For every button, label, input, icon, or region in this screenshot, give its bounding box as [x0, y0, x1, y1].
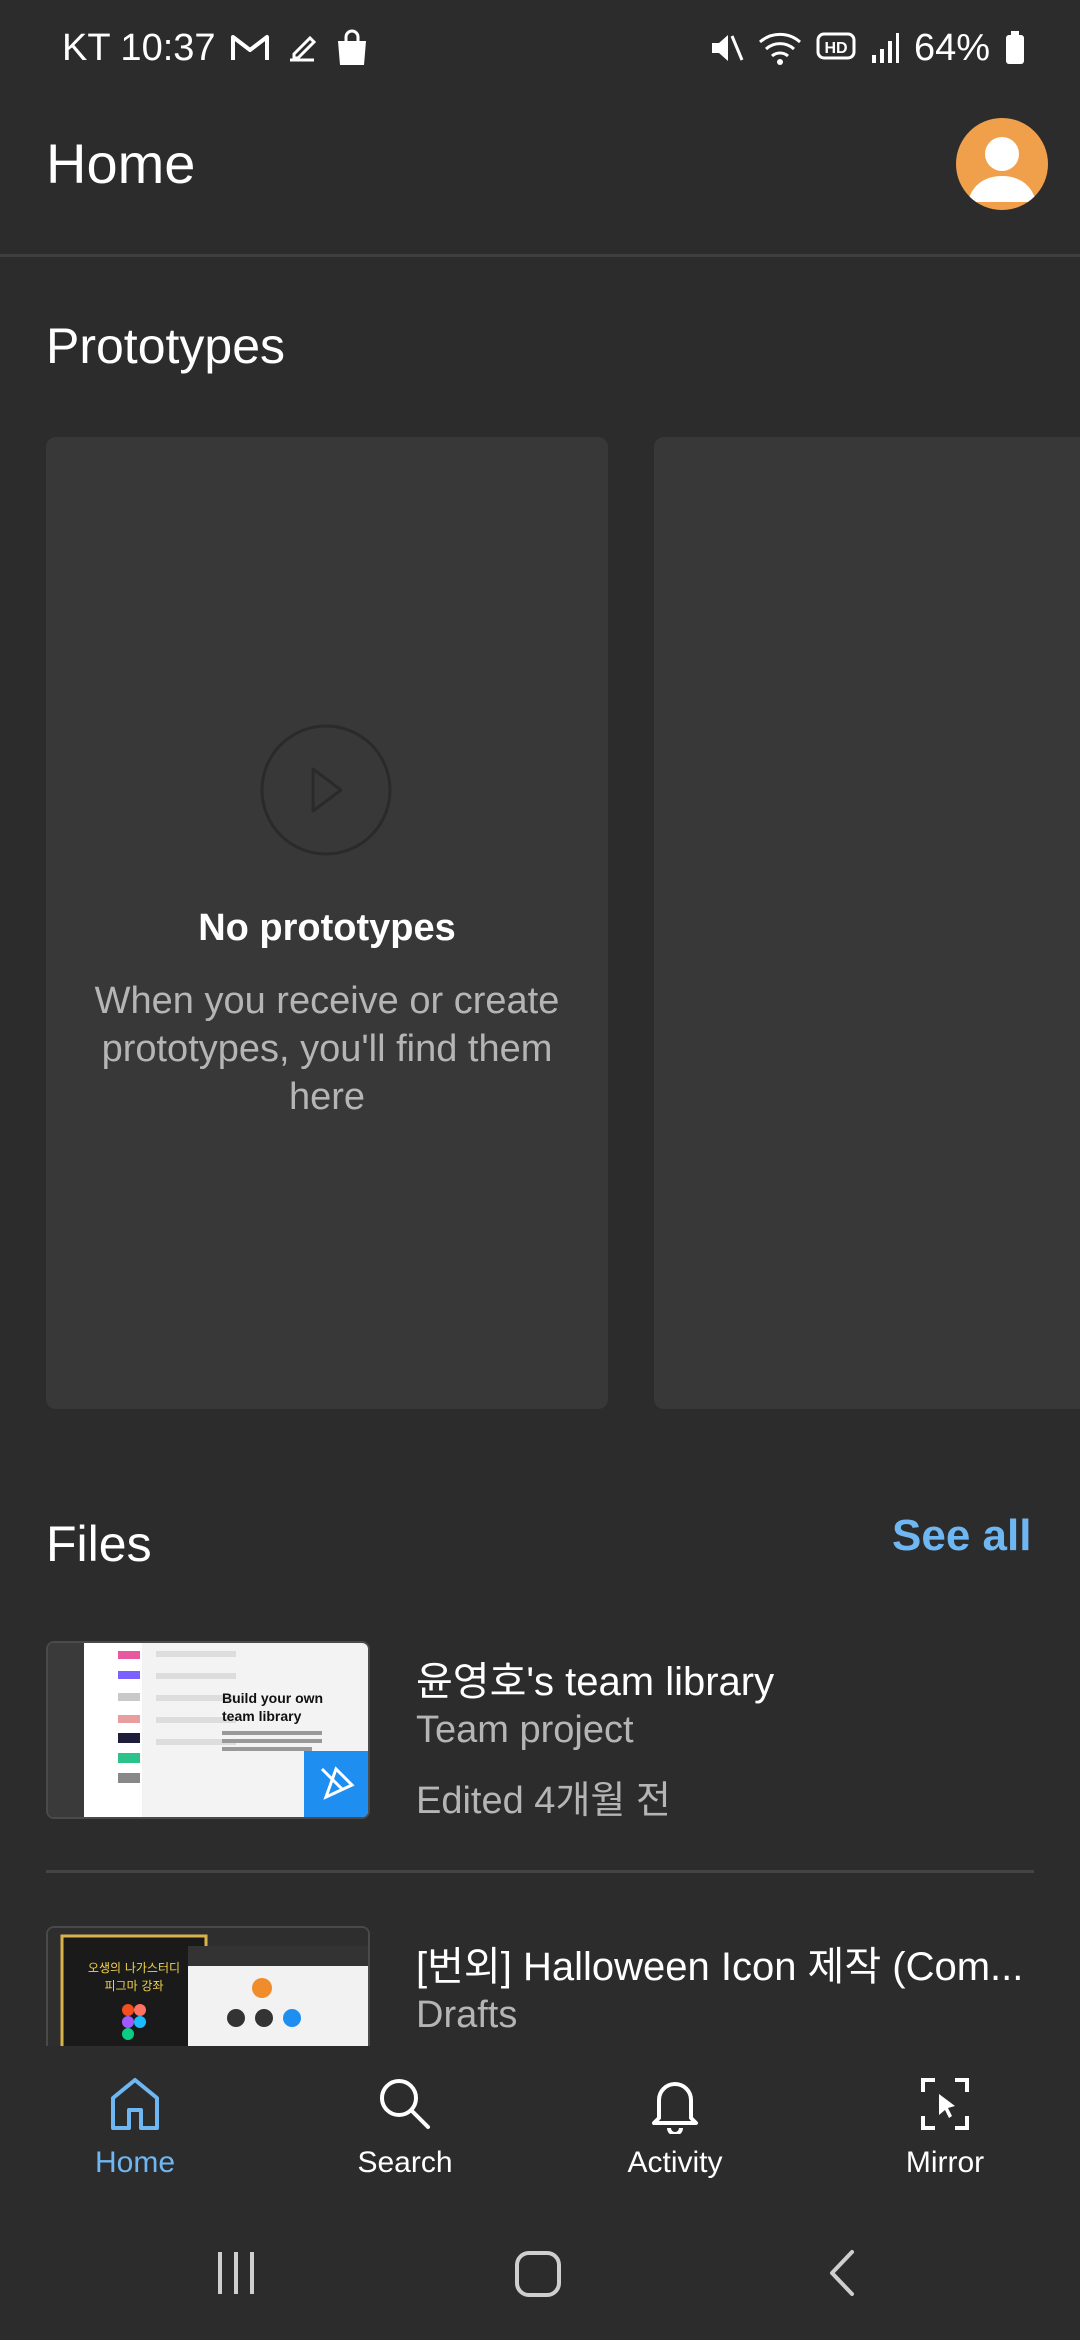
- wifi-icon: [758, 32, 801, 65]
- svg-text:HD: HD: [824, 40, 847, 57]
- file-type: Drafts: [416, 1994, 518, 2036]
- svg-text:피그마 강좌: 피그마 강좌: [104, 1979, 163, 1993]
- battery-percent: 64%: [913, 26, 990, 69]
- system-navigation-bar: [0, 2206, 1080, 2340]
- nav-tab-home[interactable]: Home: [0, 2046, 270, 2206]
- battery-icon: [1006, 31, 1024, 64]
- file-item[interactable]: 오생의 나가스터디 피그마 강좌 [번외] Halloween Icon 제작 …: [46, 1926, 1034, 2046]
- play-icon: [260, 724, 392, 856]
- bell-icon: [652, 2082, 698, 2134]
- file-edited: Edited 4개월 전: [416, 1780, 671, 1822]
- svg-text:Build your own: Build your own: [222, 1690, 323, 1706]
- file-name: 윤영호's team library: [416, 1660, 775, 1704]
- home-button-icon[interactable]: [514, 2250, 562, 2298]
- status-right: HD 64%: [708, 22, 1026, 74]
- file-thumbnail: Build your own team library: [46, 1641, 370, 1819]
- back-icon[interactable]: [826, 2248, 858, 2298]
- empty-state-description: When you receive or create prototypes, y…: [94, 980, 560, 1118]
- file-thumbnail-image: Build your own team library: [48, 1643, 368, 1817]
- user-icon: [968, 137, 1036, 202]
- nav-label-home: Home: [94, 2146, 176, 2179]
- file-thumbnail-image: 오생의 나가스터디 피그마 강좌: [48, 1928, 368, 2046]
- svg-text:오생의 나가스터디: 오생의 나가스터디: [88, 1961, 180, 1975]
- home-icon: [111, 2078, 159, 2130]
- files-section-title: Files: [46, 1516, 152, 1572]
- nav-tab-mirror[interactable]: Mirror: [810, 2046, 1080, 2206]
- nav-label-search: Search: [357, 2146, 453, 2179]
- empty-state-title: No prototypes: [198, 907, 456, 949]
- recent-apps-icon[interactable]: [214, 2250, 258, 2296]
- bottom-navigation: Home Search Activity Mirror: [0, 2046, 1080, 2206]
- gmail-icon: [230, 35, 269, 60]
- file-type: Team project: [416, 1709, 634, 1751]
- file-item[interactable]: Build your own team library 윤영호's team l…: [46, 1641, 1034, 1823]
- nav-tab-activity[interactable]: Activity: [540, 2046, 810, 2206]
- hd-icon: HD: [816, 32, 856, 60]
- shopping-bag-icon: [337, 29, 366, 65]
- nav-label-mirror: Mirror: [905, 2146, 985, 2179]
- profile-avatar[interactable]: [956, 118, 1048, 210]
- status-left: KT 10:37: [62, 22, 370, 74]
- status-bar: KT 10:37 HD 64%: [0, 0, 1080, 96]
- file-divider: [46, 1870, 1034, 1873]
- carrier-time: KT 10:37: [62, 26, 216, 69]
- svg-text:team library: team library: [222, 1708, 302, 1724]
- nav-label-activity: Activity: [627, 2146, 723, 2179]
- file-thumbnail: 오생의 나가스터디 피그마 강좌: [46, 1926, 370, 2046]
- header-divider: [0, 254, 1080, 257]
- file-name: [번외] Halloween Icon 제작 (Com...: [416, 1945, 1024, 1989]
- mute-icon: [711, 35, 744, 61]
- prototypes-section-title: Prototypes: [46, 318, 286, 374]
- edit-note-icon: [289, 35, 316, 62]
- signal-icon: [871, 33, 899, 63]
- see-all-link[interactable]: See all: [892, 1508, 1031, 1564]
- empty-prototypes-card: No prototypes When you receive or create…: [46, 437, 608, 1409]
- nav-tab-search[interactable]: Search: [270, 2046, 540, 2206]
- mirror-icon: [921, 2078, 969, 2130]
- prototype-card-placeholder: [654, 437, 1080, 1409]
- page-title: Home: [46, 132, 196, 195]
- search-icon: [380, 2079, 430, 2129]
